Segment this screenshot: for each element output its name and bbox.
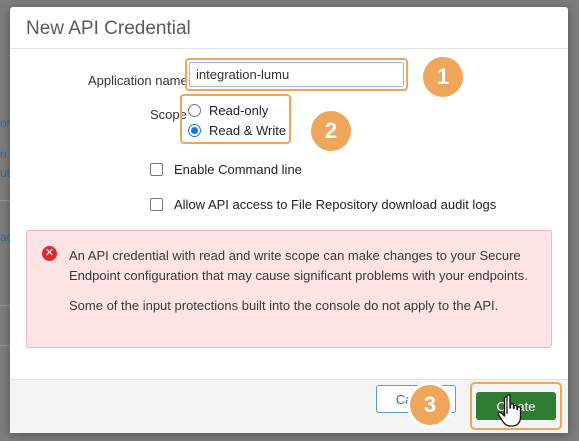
step-callout-1: 1 xyxy=(423,57,463,97)
background-text-fragment: on xyxy=(0,116,10,130)
file-repository-audit-logs-checkbox[interactable] xyxy=(150,198,163,211)
hand-pointer-cursor-icon xyxy=(497,394,522,427)
background-text-fragment: ac xyxy=(0,230,10,244)
file-repository-audit-logs-label: Allow API access to File Repository down… xyxy=(174,197,497,212)
alert-paragraph: An API credential with read and write sc… xyxy=(69,248,528,283)
read-only-radio[interactable] xyxy=(188,104,201,117)
background-divider xyxy=(0,305,10,306)
application-name-label: Application name xyxy=(88,73,188,88)
scope-option-read-only[interactable]: Read-only xyxy=(188,103,268,118)
scope-options-highlight: Read-only Read & Write xyxy=(180,94,291,144)
background-text-fragment: n xyxy=(0,147,7,161)
application-name-highlight xyxy=(185,58,408,91)
read-write-radio[interactable] xyxy=(188,124,201,137)
alert-paragraph: Some of the input protections built into… xyxy=(69,298,499,313)
x-circle-icon: ✕ xyxy=(42,246,57,261)
step-callout-3: 3 xyxy=(410,385,450,425)
background-divider xyxy=(0,345,10,346)
read-write-warning-alert: ✕ An API credential with read and write … xyxy=(26,230,552,348)
background-text-fragment: ut xyxy=(0,166,10,180)
file-repository-audit-logs-option[interactable]: Allow API access to File Repository down… xyxy=(150,197,496,212)
enable-command-line-checkbox[interactable] xyxy=(150,163,163,176)
enable-command-line-label: Enable Command line xyxy=(174,162,302,177)
scope-option-read-write[interactable]: Read & Write xyxy=(188,123,286,138)
step-callout-2: 2 xyxy=(311,111,351,151)
read-write-label: Read & Write xyxy=(209,123,287,138)
read-only-label: Read-only xyxy=(209,103,269,118)
dialog-header: New API Credential xyxy=(10,7,568,49)
background-divider xyxy=(0,200,10,201)
dialog-title: New API Credential xyxy=(26,18,191,39)
enable-command-line-option[interactable]: Enable Command line xyxy=(150,162,302,177)
application-name-input[interactable] xyxy=(189,62,404,87)
